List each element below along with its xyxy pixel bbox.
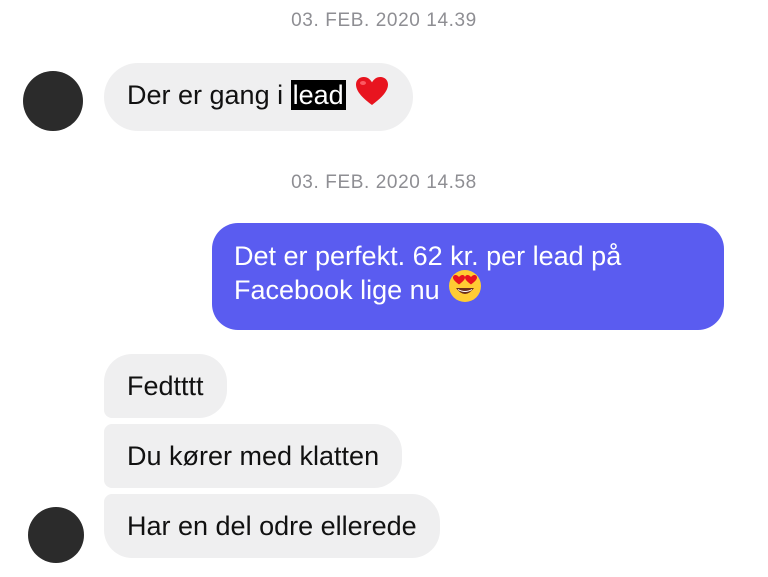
timestamp: 03. FEB. 2020 14.39: [291, 10, 477, 31]
message-bubble[interactable]: Du kører med klatten: [104, 424, 403, 488]
highlighted-word: lead: [290, 80, 346, 110]
message-bubble[interactable]: Har en del odre ellerede: [104, 494, 440, 558]
heart-eyes-emoji-icon: [448, 269, 482, 311]
avatar[interactable]: [23, 71, 83, 131]
message-text: Der er gang i: [127, 80, 291, 110]
message-text: Det er perfekt. 62 kr. per lead på Faceb…: [234, 241, 622, 306]
message-text: Har en del odre ellerede: [127, 511, 417, 541]
avatar[interactable]: [28, 507, 84, 563]
timestamp: 03. FEB. 2020 14.58: [291, 172, 477, 193]
message-bubble[interactable]: Der er gang i lead: [104, 63, 413, 131]
message-text: Du kører med klatten: [127, 441, 380, 471]
message-bubble[interactable]: Fedtttt: [104, 354, 227, 418]
message-text: Fedtttt: [127, 371, 204, 401]
heart-emoji-icon: [354, 75, 390, 115]
message-bubble-outgoing[interactable]: Det er perfekt. 62 kr. per lead på Faceb…: [212, 223, 724, 330]
